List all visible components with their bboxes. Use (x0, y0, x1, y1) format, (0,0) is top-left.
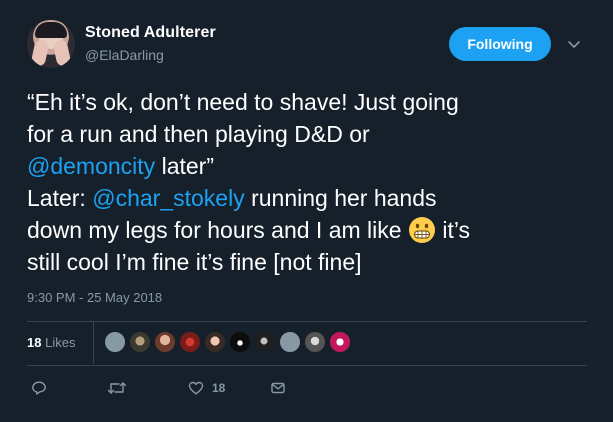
liker-avatar[interactable] (129, 331, 151, 353)
tweet-line: “Eh it’s ok, don’t need to shave! Just g… (27, 89, 459, 115)
user-handle[interactable]: @ElaDarling (85, 47, 164, 63)
divider (93, 322, 94, 364)
tweet-line: down my legs for hours and I am like it’… (27, 214, 597, 246)
likes-count[interactable]: 18 Likes (27, 335, 75, 350)
liker-avatars (104, 331, 354, 353)
likes-number: 18 (27, 335, 42, 350)
retweet-button[interactable] (107, 380, 127, 396)
tweet-text-span: it’s (435, 217, 471, 243)
divider (27, 365, 587, 366)
liker-avatar[interactable] (229, 331, 251, 353)
liker-avatar[interactable] (329, 331, 351, 353)
tweet-actions: 18 (0, 374, 613, 404)
liker-avatar[interactable] (204, 331, 226, 353)
display-name[interactable]: Stoned Adulterer (85, 24, 216, 42)
like-button[interactable]: 18 (188, 380, 225, 396)
grimacing-face-emoji-icon (408, 217, 435, 243)
divider (27, 321, 587, 322)
likes-label: Likes (45, 335, 76, 350)
tweet-line: for a run and then playing D&D or (27, 121, 370, 147)
liker-avatar[interactable] (104, 331, 126, 353)
tweet-timestamp[interactable]: 9:30 PM - 25 May 2018 (27, 290, 162, 305)
chevron-down-icon[interactable] (566, 36, 582, 52)
like-count: 18 (212, 381, 226, 395)
following-button[interactable]: Following (449, 27, 551, 61)
tweet-text: “Eh it’s ok, don’t need to shave! Just g… (27, 86, 597, 278)
tweet-line: @demoncity later” (27, 150, 597, 182)
liker-avatar[interactable] (179, 331, 201, 353)
liker-avatar[interactable] (304, 331, 326, 353)
mention-link[interactable]: @demoncity (27, 153, 155, 179)
envelope-icon (271, 382, 285, 394)
tweet-card: Stoned Adulterer @ElaDarling Following “… (0, 0, 613, 422)
liker-avatar[interactable] (254, 331, 276, 353)
tweet-text-span: down my legs for hours and I am like (27, 217, 408, 243)
retweet-icon (107, 382, 127, 394)
tweet-text-span: Later: (27, 185, 93, 211)
liker-avatar[interactable] (154, 331, 176, 353)
heart-icon (188, 381, 204, 395)
direct-message-button[interactable] (270, 380, 286, 396)
tweet-line: Later: @char_stokely running her hands (27, 182, 597, 214)
reply-button[interactable] (31, 380, 47, 396)
liker-avatar[interactable] (279, 331, 301, 353)
tweet-text-span: later” (155, 153, 214, 179)
tweet-line: still cool I’m fine it’s fine [not fine] (27, 249, 362, 275)
reply-icon (32, 381, 46, 395)
avatar[interactable] (27, 20, 75, 68)
tweet-text-span: running her hands (244, 185, 437, 211)
mention-link[interactable]: @char_stokely (92, 185, 244, 211)
